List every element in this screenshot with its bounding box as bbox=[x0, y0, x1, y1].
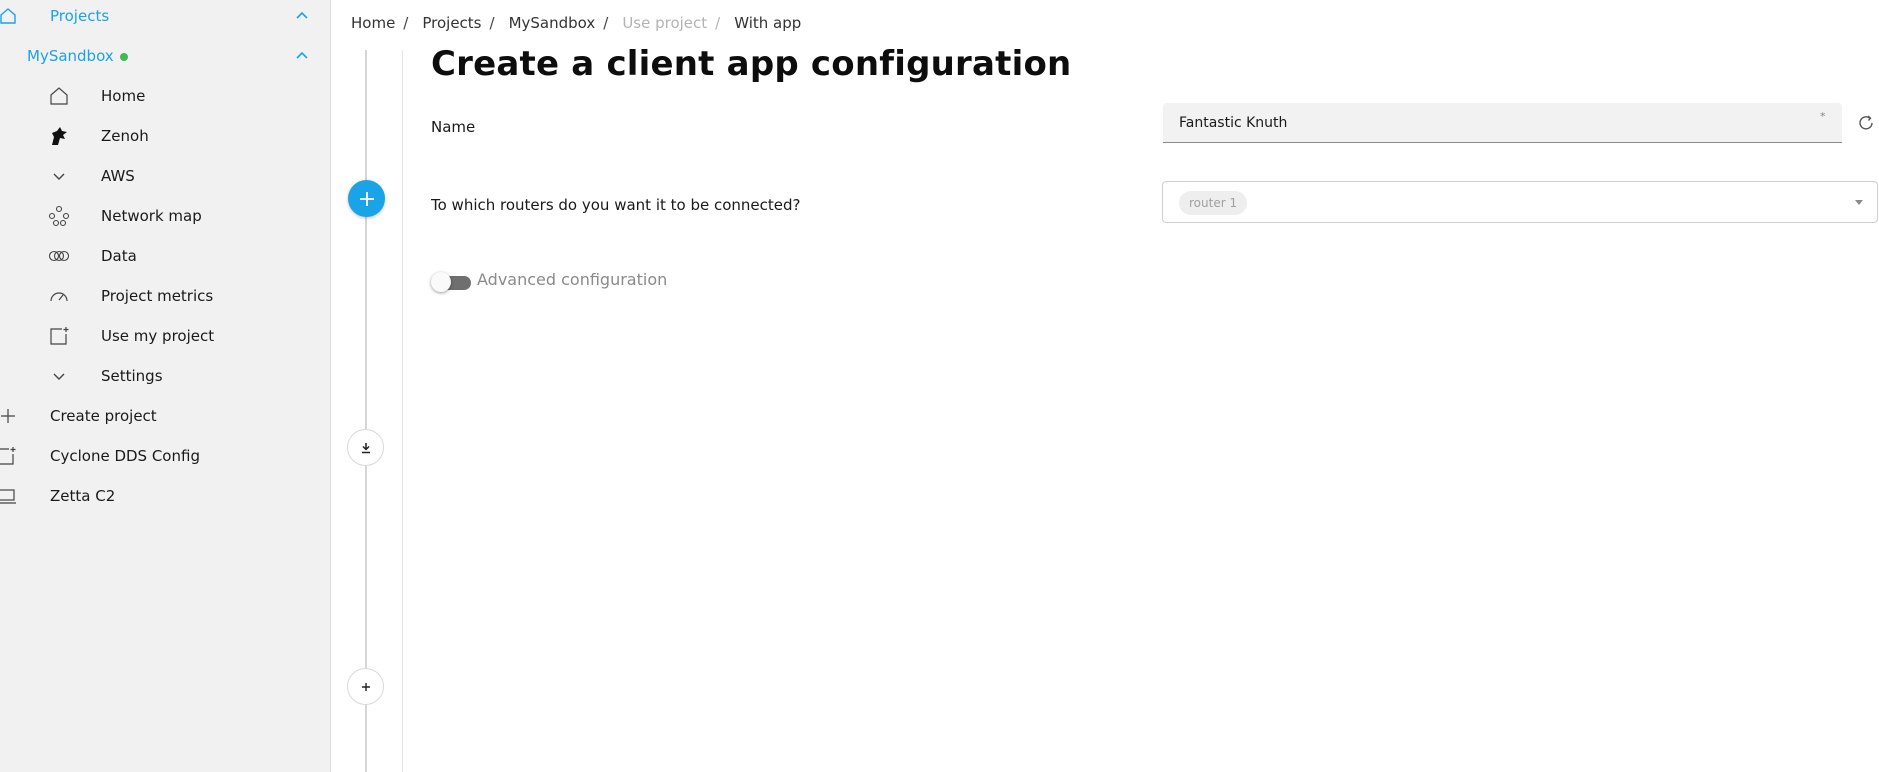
app-root: Projects MySandbox Home Zenoh AWS Networ… bbox=[0, 0, 1879, 772]
name-label: Name bbox=[431, 118, 476, 136]
chevron-up-icon[interactable] bbox=[294, 48, 310, 64]
sidebar-item-zetta-c2[interactable]: Zetta C2 bbox=[0, 476, 330, 516]
plus-icon bbox=[0, 404, 20, 428]
sidebar-item-create-project[interactable]: Create project bbox=[0, 396, 330, 436]
status-online-dot bbox=[119, 52, 128, 61]
required-mark: * bbox=[1820, 110, 1826, 123]
name-input[interactable] bbox=[1163, 103, 1842, 143]
advanced-configuration-toggle[interactable] bbox=[431, 272, 473, 292]
toggle-knob bbox=[431, 272, 451, 292]
sidebar-item-use-my-project[interactable]: Use my project bbox=[0, 316, 330, 356]
add-step-small-button[interactable] bbox=[347, 668, 384, 705]
sidebar-item-label: Zetta C2 bbox=[50, 487, 116, 505]
add-box-icon bbox=[0, 444, 18, 468]
home-icon bbox=[47, 84, 71, 108]
sidebar-item-data[interactable]: Data bbox=[0, 236, 330, 276]
sidebar-item-label: Projects bbox=[50, 7, 110, 25]
breadcrumb-use-project: Use project bbox=[622, 14, 708, 32]
plus-icon bbox=[359, 191, 374, 206]
sidebar-item-label: Zenoh bbox=[101, 127, 149, 145]
sidebar-item-zenoh[interactable]: Zenoh bbox=[0, 116, 330, 156]
routers-select[interactable]: router 1 bbox=[1162, 181, 1878, 223]
router-chip: router 1 bbox=[1179, 191, 1248, 215]
sidebar-item-label: Network map bbox=[101, 207, 202, 225]
sidebar-item-label: Use my project bbox=[101, 327, 215, 345]
add-step-button[interactable] bbox=[348, 180, 385, 217]
download-step-button[interactable] bbox=[347, 429, 384, 466]
sidebar-item-label: Project metrics bbox=[101, 287, 214, 305]
gauge-icon bbox=[47, 284, 71, 308]
breadcrumb-home[interactable]: Home bbox=[351, 14, 395, 32]
sidebar-item-mysandbox[interactable]: MySandbox bbox=[0, 36, 330, 76]
breadcrumb-with-app: With app bbox=[734, 14, 802, 32]
sidebar-item-label: Settings bbox=[101, 367, 163, 385]
sidebar-item-projects[interactable]: Projects bbox=[0, 0, 330, 36]
page-title: Create a client app configuration bbox=[431, 44, 1072, 84]
caret-down-icon bbox=[1855, 200, 1863, 205]
download-icon bbox=[361, 442, 370, 453]
sidebar-item-label: Create project bbox=[50, 407, 157, 425]
network-map-icon bbox=[47, 204, 71, 228]
content-divider bbox=[402, 50, 403, 772]
add-box-icon bbox=[47, 324, 71, 348]
zenoh-dragon-icon bbox=[47, 124, 71, 148]
breadcrumb: Home / Projects / MySandbox / Use project / … bbox=[351, 14, 802, 32]
sidebar: Projects MySandbox Home Zenoh AWS Networ… bbox=[0, 0, 331, 772]
chevron-down-icon bbox=[47, 364, 71, 388]
breadcrumb-projects[interactable]: Projects bbox=[422, 14, 481, 32]
routers-label: To which routers do you want it to be co… bbox=[431, 196, 801, 214]
laptop-icon bbox=[0, 484, 18, 508]
sidebar-item-label: MySandbox bbox=[27, 47, 114, 65]
sidebar-item-label: Home bbox=[101, 87, 146, 105]
sidebar-item-project-metrics[interactable]: Project metrics bbox=[0, 276, 330, 316]
sidebar-item-label: Cyclone DDS Config bbox=[50, 447, 200, 465]
breadcrumb-mysandbox[interactable]: MySandbox bbox=[509, 14, 596, 32]
sidebar-item-label: Data bbox=[101, 247, 137, 265]
data-rings-icon bbox=[47, 244, 71, 268]
advanced-configuration-label: Advanced configuration bbox=[477, 270, 668, 289]
plus-icon bbox=[361, 682, 370, 691]
refresh-icon bbox=[1859, 115, 1873, 130]
sidebar-item-home[interactable]: Home bbox=[0, 76, 330, 116]
regenerate-name-button[interactable] bbox=[1855, 112, 1877, 134]
sidebar-item-settings[interactable]: Settings bbox=[0, 356, 330, 396]
chevron-up-icon[interactable] bbox=[294, 8, 310, 24]
home-outline-icon bbox=[0, 4, 20, 28]
timeline-line bbox=[365, 50, 367, 772]
sidebar-item-network-map[interactable]: Network map bbox=[0, 196, 330, 236]
sidebar-item-cyclone-dds-config[interactable]: Cyclone DDS Config bbox=[0, 436, 330, 476]
sidebar-item-aws[interactable]: AWS bbox=[0, 156, 330, 196]
chevron-down-icon bbox=[47, 164, 71, 188]
sidebar-item-label: AWS bbox=[101, 167, 135, 185]
